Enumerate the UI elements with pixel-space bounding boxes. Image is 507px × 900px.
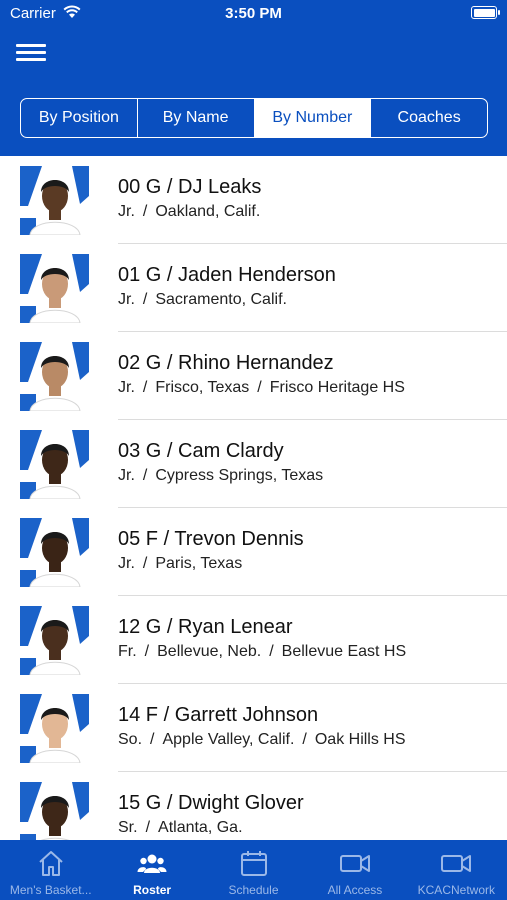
roster-list[interactable]: 00 G / DJ Leaks Jr. / Oakland, Calif. 01 G /… — [0, 156, 507, 840]
player-detail: Sr. — [118, 819, 138, 836]
player-details: Sr. / Atlanta, Ga. — [118, 819, 243, 837]
segment-by-number[interactable]: By Number — [254, 99, 372, 137]
segment-coaches[interactable]: Coaches — [371, 99, 487, 137]
player-photo — [20, 694, 89, 763]
roster-row[interactable]: 00 G / DJ Leaks Jr. / Oakland, Calif. — [0, 156, 507, 244]
detail-separator: / — [302, 731, 307, 748]
player-detail: Bellevue East HS — [281, 643, 407, 660]
battery-icon — [471, 6, 500, 19]
player-details: Jr. / Cypress Springs, Texas — [118, 467, 323, 485]
player-detail: Oak Hills HS — [314, 731, 406, 748]
player-detail: Cypress Springs, Texas — [155, 467, 324, 484]
app-header: Carrier 3:50 PM By Position By Name By N… — [0, 0, 507, 156]
tab-label: Schedule — [228, 883, 279, 897]
clock: 3:50 PM — [225, 5, 282, 22]
player-details: Jr. / Sacramento, Calif. — [118, 291, 287, 309]
player-detail: Frisco, Texas — [155, 379, 250, 396]
player-photo — [20, 518, 89, 587]
tab-schedule[interactable]: Schedule — [203, 840, 304, 900]
player-detail: Oakland, Calif. — [155, 203, 261, 220]
tab-all-access[interactable]: All Access — [304, 840, 405, 900]
roster-row[interactable]: 02 G / Rhino Hernandez Jr. / Frisco, Texas /… — [0, 332, 507, 420]
detail-separator: / — [142, 555, 148, 572]
player-detail: Paris, Texas — [155, 555, 243, 572]
segment-by-name[interactable]: By Name — [138, 99, 255, 137]
player-details: Jr. / Oakland, Calif. — [118, 203, 260, 221]
player-detail: Fr. — [118, 643, 137, 660]
player-details: Jr. / Paris, Texas — [118, 555, 242, 573]
player-detail: Sacramento, Calif. — [155, 291, 287, 308]
player-name: 12 G / Ryan Lenear — [118, 616, 293, 638]
segment-by-position[interactable]: By Position — [21, 99, 138, 137]
roster-row[interactable]: 14 F / Garrett Johnson So. / Apple Valley, … — [0, 684, 507, 772]
roster-row[interactable]: 12 G / Ryan Lenear Fr. / Bellevue, Neb. / Bel… — [0, 596, 507, 684]
player-detail: So. — [118, 731, 143, 748]
detail-separator: / — [142, 379, 148, 396]
calendar-icon — [240, 851, 267, 876]
player-details: So. / Apple Valley, Calif. / Oak Hills HS — [118, 731, 406, 749]
detail-separator: / — [150, 731, 155, 748]
roster-sort-control: By Position By Name By Number Coaches — [20, 98, 488, 138]
player-name: 02 G / Rhino Hernandez — [118, 352, 334, 374]
video-icon — [339, 855, 370, 872]
player-detail: Atlanta, Ga. — [158, 819, 243, 836]
detail-separator: / — [142, 291, 148, 308]
roster-row[interactable]: 01 G / Jaden Henderson Jr. / Sacramento, Ca… — [0, 244, 507, 332]
player-detail: Jr. — [118, 291, 135, 308]
player-name: 03 G / Cam Clardy — [118, 440, 284, 462]
hamburger-menu-icon[interactable] — [16, 43, 46, 63]
status-bar: Carrier 3:50 PM — [0, 0, 507, 28]
home-icon — [39, 851, 63, 876]
player-detail: Jr. — [118, 379, 135, 396]
player-photo — [20, 254, 89, 323]
player-name: 14 F / Garrett Johnson — [118, 704, 319, 726]
player-name: 00 G / DJ Leaks — [118, 176, 262, 198]
player-name: 15 G / Dwight Glover — [118, 792, 304, 814]
roster-row[interactable]: 15 G / Dwight Glover Sr. / Atlanta, Ga. — [0, 772, 507, 840]
roster-row[interactable]: 03 G / Cam Clardy Jr. / Cypress Springs, Te… — [0, 420, 507, 508]
player-photo — [20, 430, 89, 499]
player-detail: Jr. — [118, 203, 135, 220]
player-detail: Frisco Heritage HS — [269, 379, 405, 396]
tab-label: Men's Basket... — [9, 883, 92, 897]
detail-separator: / — [145, 819, 151, 836]
detail-separator: / — [257, 379, 262, 396]
detail-separator: / — [269, 643, 274, 660]
tab-roster[interactable]: Roster — [101, 840, 202, 900]
player-details: Fr. / Bellevue, Neb. / Bellevue East HS — [118, 643, 406, 661]
detail-separator: / — [142, 203, 148, 220]
tab-label: All Access — [327, 883, 383, 897]
player-detail: Bellevue, Neb. — [157, 643, 262, 660]
video-icon — [441, 855, 472, 872]
player-detail: Jr. — [118, 555, 135, 572]
tab-label: KCACNetwork — [417, 883, 495, 897]
player-photo — [20, 342, 89, 411]
player-detail: Apple Valley, Calif. — [162, 731, 295, 748]
tab-bar: Men's Basket... Roster Schedule All Acce… — [0, 840, 507, 900]
player-name: 01 G / Jaden Henderson — [118, 264, 336, 286]
tab-mens-basketball[interactable]: Men's Basket... — [0, 840, 101, 900]
roster-row[interactable]: 05 F / Trevon Dennis Jr. / Paris, Texas — [0, 508, 507, 596]
tab-kcac-network[interactable]: KCACNetwork — [406, 840, 507, 900]
player-photo — [20, 166, 89, 235]
detail-separator: / — [142, 467, 148, 484]
people-icon — [137, 854, 167, 873]
player-name: 05 F / Trevon Dennis — [118, 528, 304, 550]
player-detail: Jr. — [118, 467, 135, 484]
player-photo — [20, 782, 89, 840]
player-photo — [20, 606, 89, 675]
tab-label: Roster — [133, 883, 172, 897]
detail-separator: / — [144, 643, 150, 660]
player-details: Jr. / Frisco, Texas / Frisco Heritage HS — [118, 379, 405, 397]
